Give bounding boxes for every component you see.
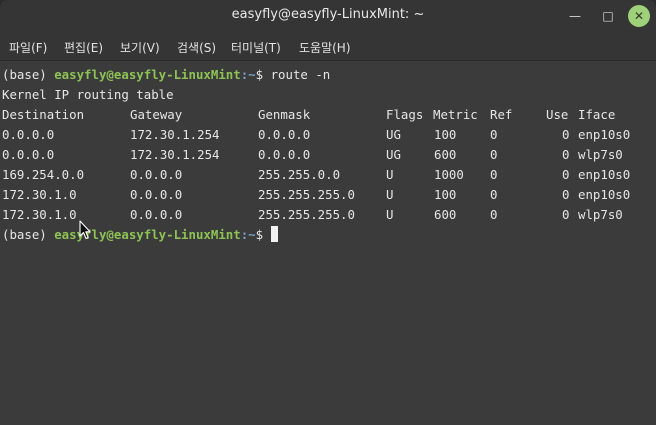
cell-iface: wlp7s0: [578, 147, 623, 162]
col-genmask: Genmask: [258, 107, 311, 122]
conda-env: (base): [2, 67, 55, 82]
maximize-button[interactable]: □: [596, 4, 620, 28]
col-destination: Destination: [2, 107, 85, 122]
command-line: (base) easyfly@easyfly-LinuxMint:~$ rout…: [2, 65, 330, 85]
table-row: 172.30.1.0 0.0.0.0 255.255.255.0 U 100 0…: [2, 185, 652, 205]
cell-metric: 100: [434, 127, 457, 142]
menu-help[interactable]: 도움말(H): [299, 39, 351, 56]
col-flags: Flags: [386, 107, 424, 122]
maximize-icon: □: [602, 9, 614, 23]
prompt-symbol: $: [255, 227, 271, 242]
prompt-path: :~: [240, 227, 256, 242]
title-bar[interactable]: easyfly@easyfly-LinuxMint: ~ — □ ✕: [0, 0, 656, 32]
cell-gateway: 172.30.1.254: [130, 127, 220, 142]
menu-file[interactable]: 파일(F): [9, 39, 47, 56]
prompt-path: :~: [240, 67, 256, 82]
cell-genmask: 255.255.255.0: [258, 207, 355, 222]
cell-ref: 0: [490, 187, 498, 202]
cell-iface: wlp7s0: [578, 207, 623, 222]
window-title: easyfly@easyfly-LinuxMint: ~: [231, 7, 425, 22]
cell-flags: U: [386, 187, 394, 202]
cell-flags: U: [386, 207, 394, 222]
minimize-button[interactable]: —: [563, 4, 587, 28]
close-icon: ✕: [633, 9, 645, 23]
cell-metric: 600: [434, 207, 457, 222]
menu-terminal[interactable]: 터미널(T): [231, 39, 281, 56]
cell-destination: 0.0.0.0: [2, 147, 55, 162]
cell-iface: enp10s0: [578, 187, 631, 202]
table-row: 0.0.0.0 172.30.1.254 0.0.0.0 UG 100 0 0 …: [2, 125, 652, 145]
command-text: route -n: [270, 67, 331, 82]
cell-genmask: 0.0.0.0: [258, 127, 311, 142]
cell-destination: 172.30.1.0: [2, 187, 77, 202]
cell-flags: UG: [386, 127, 401, 142]
text-cursor: [270, 226, 278, 242]
cell-metric: 600: [434, 147, 457, 162]
col-iface: Iface: [578, 107, 616, 122]
table-header: Destination Gateway Genmask Flags Metric…: [2, 105, 652, 125]
col-use: Use: [546, 107, 569, 122]
table-row: 0.0.0.0 172.30.1.254 0.0.0.0 UG 600 0 0 …: [2, 145, 652, 165]
cell-destination: 172.30.1.0: [2, 207, 77, 222]
col-ref: Ref: [490, 107, 513, 122]
terminal-area[interactable]: (base) easyfly@easyfly-LinuxMint:~$ rout…: [0, 61, 656, 425]
minimize-icon: —: [569, 9, 581, 23]
cell-iface: enp10s0: [578, 167, 631, 182]
prompt-user-host: easyfly@easyfly-LinuxMint: [54, 67, 241, 82]
cell-gateway: 0.0.0.0: [130, 187, 183, 202]
table-row: 169.254.0.0 0.0.0.0 255.255.0.0 U 1000 0…: [2, 165, 652, 185]
cell-genmask: 0.0.0.0: [258, 147, 311, 162]
table-row: 172.30.1.0 0.0.0.0 255.255.255.0 U 600 0…: [2, 205, 652, 225]
close-button[interactable]: ✕: [628, 5, 650, 27]
cell-ref: 0: [490, 147, 498, 162]
cell-ref: 0: [490, 207, 498, 222]
cell-metric: 1000: [434, 167, 464, 182]
table-title: Kernel IP routing table: [2, 87, 174, 102]
cell-metric: 100: [434, 187, 457, 202]
cell-destination: 169.254.0.0: [2, 167, 85, 182]
cell-use: 0: [562, 187, 570, 202]
cell-gateway: 0.0.0.0: [130, 207, 183, 222]
cell-genmask: 255.255.255.0: [258, 187, 355, 202]
terminal-window: easyfly@easyfly-LinuxMint: ~ — □ ✕ 파일(F)…: [0, 0, 656, 425]
menu-edit[interactable]: 편집(E): [64, 39, 103, 56]
cell-use: 0: [562, 147, 570, 162]
cell-iface: enp10s0: [578, 127, 631, 142]
menu-bar: 파일(F) 편집(E) 보기(V) 검색(S) 터미널(T) 도움말(H): [0, 32, 656, 61]
cell-use: 0: [562, 127, 570, 142]
cell-use: 0: [562, 167, 570, 182]
menu-view[interactable]: 보기(V): [120, 39, 160, 56]
prompt-symbol: $: [255, 67, 271, 82]
cell-ref: 0: [490, 127, 498, 142]
cell-ref: 0: [490, 167, 498, 182]
cell-genmask: 255.255.0.0: [258, 167, 341, 182]
cell-gateway: 172.30.1.254: [130, 147, 220, 162]
cell-gateway: 0.0.0.0: [130, 167, 183, 182]
cell-flags: U: [386, 167, 394, 182]
cell-flags: UG: [386, 147, 401, 162]
col-metric: Metric: [433, 107, 478, 122]
mouse-pointer-icon: [79, 220, 91, 244]
col-gateway: Gateway: [130, 107, 183, 122]
prompt-line[interactable]: (base) easyfly@easyfly-LinuxMint:~$: [2, 225, 278, 245]
menu-search[interactable]: 검색(S): [177, 39, 216, 56]
conda-env: (base): [2, 227, 55, 242]
cell-destination: 0.0.0.0: [2, 127, 55, 142]
cell-use: 0: [562, 207, 570, 222]
